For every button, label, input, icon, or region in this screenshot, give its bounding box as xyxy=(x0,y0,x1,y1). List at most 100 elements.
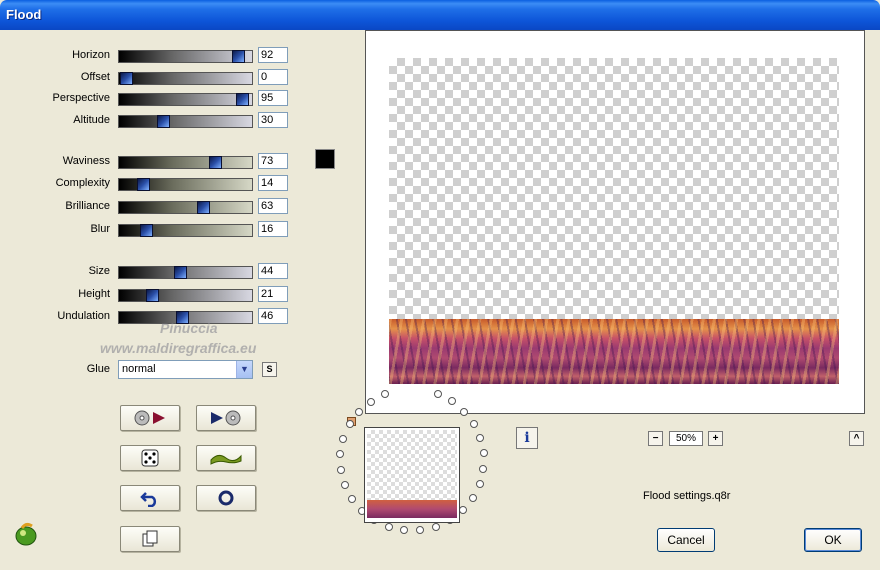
dialog-client: Horizon 92 Offset 0 Perspective 95 Altitude 30 W… xyxy=(0,30,880,570)
slider-value-horizon[interactable]: 92 xyxy=(258,47,288,63)
wave-button[interactable] xyxy=(196,445,256,471)
slider-altitude[interactable] xyxy=(118,115,253,128)
navigator-dot xyxy=(479,465,488,473)
zoom-level: 50% xyxy=(669,431,703,446)
slider-waviness[interactable] xyxy=(118,156,253,169)
slider-thumb[interactable] xyxy=(139,224,153,237)
copy-button[interactable] xyxy=(120,526,180,552)
load-preset-icon xyxy=(134,410,165,426)
cancel-button[interactable]: Cancel xyxy=(657,528,715,552)
zoom-out-button[interactable]: − xyxy=(648,431,663,446)
slider-value-undulation[interactable]: 46 xyxy=(258,308,288,324)
preview-canvas[interactable] xyxy=(365,30,865,414)
slider-blur[interactable] xyxy=(118,224,253,237)
slider-value-perspective[interactable]: 95 xyxy=(258,90,288,106)
slider-thumb[interactable] xyxy=(145,289,159,302)
copy-icon xyxy=(142,530,158,547)
slider-size[interactable] xyxy=(118,266,253,279)
slider-value-altitude[interactable]: 30 xyxy=(258,112,288,128)
load-preset-button[interactable] xyxy=(120,405,180,431)
settings-filename: Flood settings.q8r xyxy=(643,490,731,502)
slider-label-blur: Blur xyxy=(90,223,110,235)
navigator-thumbnail[interactable] xyxy=(364,427,460,523)
save-preset-icon xyxy=(211,410,241,426)
collapse-button[interactable]: ^ xyxy=(849,431,864,446)
slider-label-altitude: Altitude xyxy=(73,114,110,126)
slider-label-size: Size xyxy=(88,265,110,277)
navigator-dot xyxy=(339,434,348,443)
navigator-dot xyxy=(469,419,478,428)
navigator-dot xyxy=(476,434,485,443)
slider-perspective[interactable] xyxy=(118,93,253,106)
navigator-dot xyxy=(416,526,425,535)
navigator-dot xyxy=(336,450,345,458)
reset-circle-icon xyxy=(218,490,234,506)
watermark-name: Pinuccia xyxy=(160,320,218,336)
slider-complexity[interactable] xyxy=(118,178,253,191)
navigator-dot xyxy=(431,522,440,531)
slider-thumb[interactable] xyxy=(235,93,249,106)
navigator-dot xyxy=(336,465,345,474)
undo-icon xyxy=(140,492,157,507)
glue-select[interactable]: normal ▼ xyxy=(118,360,253,379)
save-preset-button[interactable] xyxy=(196,405,256,431)
slider-value-waviness[interactable]: 73 xyxy=(258,153,288,169)
slider-label-horizon: Horizon xyxy=(72,49,110,61)
glue-select-value: normal xyxy=(122,363,156,375)
slider-label-waviness: Waviness xyxy=(62,155,110,167)
slider-thumb[interactable] xyxy=(120,72,133,85)
slider-thumb[interactable] xyxy=(209,156,223,169)
navigator-dot xyxy=(468,494,477,503)
slider-label-undulation: Undulation xyxy=(57,310,110,322)
color-swatch[interactable] xyxy=(315,149,335,169)
thumbnail-water xyxy=(367,500,457,518)
slider-height[interactable] xyxy=(118,289,253,302)
slider-label-complexity: Complexity xyxy=(55,177,110,189)
preview-transparency xyxy=(389,58,839,320)
zoom-in-button[interactable]: + xyxy=(708,431,723,446)
random-dice-icon xyxy=(141,449,159,467)
slider-value-offset[interactable]: 0 xyxy=(258,69,288,85)
navigator-dot xyxy=(384,522,393,531)
navigator-dot xyxy=(345,420,354,429)
glue-s-button[interactable]: S xyxy=(262,362,277,377)
reset-button[interactable] xyxy=(196,485,256,511)
slider-thumb[interactable] xyxy=(232,50,246,63)
navigator-dot xyxy=(355,407,364,416)
navigator-dot xyxy=(347,494,356,503)
slider-thumb[interactable] xyxy=(156,115,170,128)
preview-flood-water xyxy=(389,319,839,384)
ok-button[interactable]: OK xyxy=(804,528,862,552)
slider-horizon[interactable] xyxy=(118,50,253,63)
watermark-url: www.maldiregraffica.eu xyxy=(100,340,257,356)
slider-value-size[interactable]: 44 xyxy=(258,263,288,279)
slider-label-perspective: Perspective xyxy=(52,92,110,104)
slider-value-complexity[interactable]: 14 xyxy=(258,175,288,191)
wave-icon xyxy=(210,454,242,465)
title-bar: Flood xyxy=(0,0,880,30)
slider-value-brilliance[interactable]: 63 xyxy=(258,198,288,214)
window-title: Flood xyxy=(6,7,42,22)
navigator-dot xyxy=(475,480,484,489)
undo-button[interactable] xyxy=(120,485,180,511)
navigator-dot xyxy=(340,480,349,489)
glue-label: Glue xyxy=(86,363,110,375)
navigator-dot xyxy=(460,407,469,416)
slider-value-blur[interactable]: 16 xyxy=(258,221,288,237)
slider-label-height: Height xyxy=(78,288,110,300)
slider-thumb[interactable] xyxy=(137,178,151,191)
navigator-dot xyxy=(400,526,409,535)
app-logo-icon xyxy=(15,522,37,546)
slider-thumb[interactable] xyxy=(173,266,187,279)
slider-brilliance[interactable] xyxy=(118,201,253,214)
slider-offset[interactable] xyxy=(118,72,253,85)
navigator-dot xyxy=(479,449,488,458)
slider-label-brilliance: Brilliance xyxy=(65,200,110,212)
chevron-down-icon[interactable]: ▼ xyxy=(236,361,252,378)
info-button[interactable]: i xyxy=(516,427,538,449)
slider-label-offset: Offset xyxy=(80,71,110,83)
random-button[interactable] xyxy=(120,445,180,471)
slider-value-height[interactable]: 21 xyxy=(258,286,288,302)
slider-thumb[interactable] xyxy=(196,201,210,214)
thumbnail-transparency xyxy=(367,430,457,500)
